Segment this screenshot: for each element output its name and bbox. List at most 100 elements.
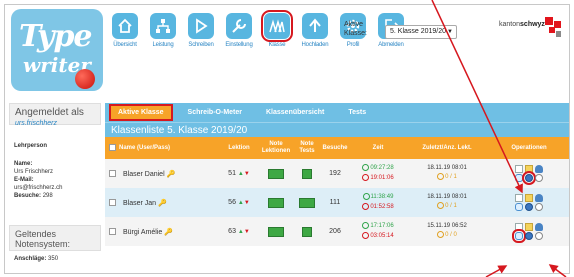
nav-label: Hochladen [301,42,329,48]
note-tests-cell [293,217,321,246]
time-total: 11:38:49 [349,193,407,202]
key-icon[interactable]: 🔑 [164,229,173,236]
class-list-title: Klassenliste 5. Klasse 2019/20 [105,122,569,137]
name-label: Name: [14,161,33,167]
time-total: 09:27:28 [349,164,407,173]
edit-icon[interactable] [525,222,533,231]
nav-item-abmelden[interactable]: Abmelden [375,13,407,71]
message-icon[interactable] [515,202,523,211]
last-seen: 15.11.19 06:52 [427,223,467,230]
last-seen: 18.11.19 08:01 [427,194,467,201]
time-total: 17:17:06 [349,222,407,231]
view-icon[interactable] [525,231,533,240]
grade-badge [299,197,315,208]
col-besuche[interactable]: Besuche [321,137,349,159]
tab-aktive-klasse[interactable]: Aktive Klasse [109,104,173,121]
nav-label: Übersicht [113,42,137,48]
grade-badge [268,226,284,237]
student-name-cell[interactable]: Bürgi Amélie 🔑 [119,217,219,246]
logo-dot [75,69,95,89]
col-note-tests-line2: Tests [299,148,315,154]
nav-item-uebersicht[interactable]: Übersicht [109,13,141,71]
arrow-down-icon[interactable]: ▼ [244,171,250,177]
active-class-select[interactable]: 5. Klasse 2019/20 ▼ [385,25,457,39]
nav-label: Einstellung [225,42,253,48]
visits-label: Besuche: [14,193,42,199]
row-checkbox[interactable] [108,169,116,177]
active-class-label: Aktive Klasse: [344,20,367,38]
clock-icon [362,231,370,239]
student-name: Blaser Daniel [123,170,165,178]
operations-cell [487,159,569,188]
row-checkbox[interactable] [108,227,116,235]
lektion-value: 51 [228,170,236,177]
clock-icon [362,193,370,201]
info-icon[interactable] [535,173,543,182]
lektion-cell: 51 ▲▼ [219,159,259,188]
brand-prefix: kanton [499,21,521,28]
view-icon[interactable] [525,202,533,211]
user-icon[interactable] [535,164,543,173]
col-zeit[interactable]: Zeit [349,137,407,159]
col-note-lektionen[interactable]: Note Lektionen [259,137,293,159]
name-row: Name: [14,160,96,168]
kanton-schwyz-logo-icon [545,17,561,37]
key-icon[interactable]: 🔑 [167,171,176,178]
row-select [105,159,119,188]
col-note-tests-line1: Note [300,141,314,147]
row-checkbox[interactable] [108,198,116,206]
tab-klassenuebersicht[interactable]: Klassenübersicht [259,106,331,119]
grade-badge [268,168,284,179]
typewriter-logo[interactable]: Type writer [11,9,103,91]
logged-in-title: Angemeldet als [15,107,84,118]
class-icon [261,10,293,42]
visits-row: Besuche: 298 [14,192,96,200]
tab-tests[interactable]: Tests [341,106,373,119]
nav-item-klasse[interactable]: Klasse [261,10,293,71]
table-row: Blaser Jan 🔑 56 ▲▼ 111 11:38:49 01:52:58… [105,188,569,217]
table-row: Bürgi Amélie 🔑 63 ▲▼ 206 17:17:06 03:05:… [105,217,569,246]
zeit-cell: 11:38:49 01:52:58 [349,188,407,217]
student-name-cell[interactable]: Blaser Jan 🔑 [119,188,219,217]
info-icon[interactable] [535,202,543,211]
row-select [105,217,119,246]
student-name-cell[interactable]: Blaser Daniel 🔑 [119,159,219,188]
logged-in-box: Angemeldet als urs.frischherz [9,103,101,127]
user-icon[interactable] [535,222,543,231]
report-icon[interactable] [515,222,523,231]
besuche-cell: 206 [329,228,341,235]
col-lektion[interactable]: Lektion [219,137,259,159]
col-name[interactable]: Name (User/Pass) [119,137,219,159]
user-icon[interactable] [535,193,543,202]
select-all-checkbox[interactable] [108,143,116,151]
time-recent: 19:01:06 [349,173,407,183]
arrow-down-icon[interactable]: ▼ [244,200,250,206]
view-icon[interactable] [522,170,536,185]
info-icon[interactable] [535,231,543,240]
edit-icon[interactable] [525,193,533,202]
user-info: Lehrperson Name: Urs Frischherz E-Mail: … [9,139,101,221]
zuletzt-cell: 18.11.19 08:01 0 / 1 [407,188,487,217]
col-note-tests[interactable]: Note Tests [293,137,321,159]
nav-item-leistung[interactable]: Leistung [147,13,179,71]
message-icon[interactable] [515,173,523,182]
app-window: Type writer Übersicht Leistung Schreiben… [4,4,570,274]
lektion-cell: 56 ▲▼ [219,188,259,217]
arrow-down-icon[interactable]: ▼ [244,229,250,235]
edit-icon[interactable] [525,164,533,173]
col-zuletzt[interactable]: Zuletzt/Anz. Lekt. [407,137,487,159]
chevron-down-icon: ▼ [447,29,453,35]
key-icon[interactable]: 🔑 [158,200,167,207]
report-icon[interactable] [515,164,523,173]
tab-schreib-o-meter[interactable]: Schreib-O-Meter [181,106,249,119]
grade-badge [302,226,312,237]
nav-item-hochladen[interactable]: Hochladen [299,13,331,71]
nav-item-einstellung[interactable]: Einstellung [223,13,255,71]
message-icon[interactable] [512,228,526,243]
home-icon [112,13,138,39]
nav-item-schreiben[interactable]: Schreiben [185,13,217,71]
lesson-count-value: 0 / 0 [445,232,457,239]
time-total-value: 09:27:28 [370,165,394,172]
report-icon[interactable] [515,193,523,202]
active-class-label-line1: Aktive [344,21,364,28]
